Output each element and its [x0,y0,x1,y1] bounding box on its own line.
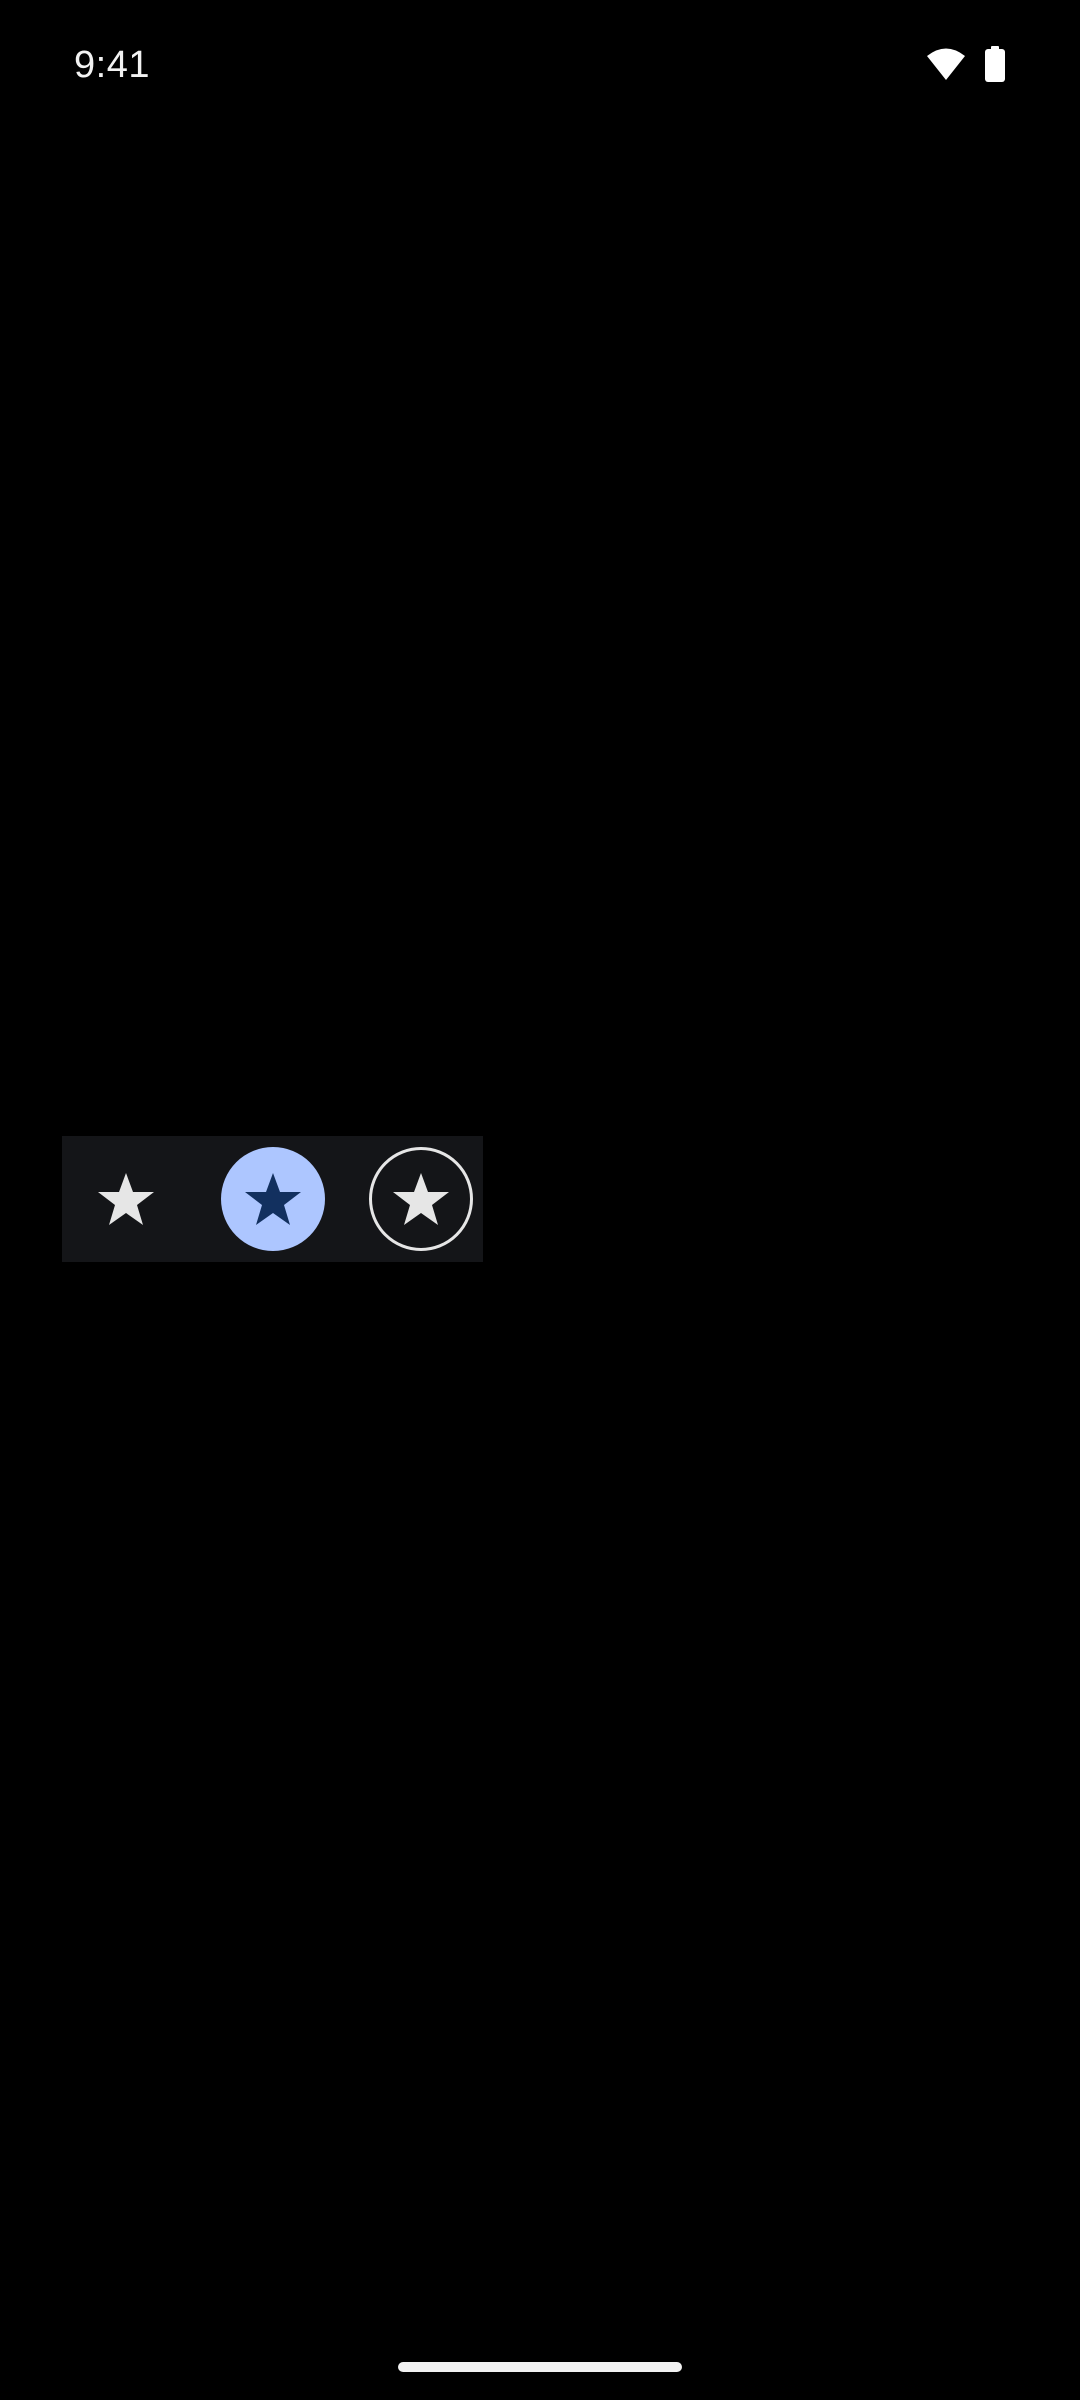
star-icon [392,1171,450,1227]
star-icon [244,1171,302,1227]
outlined-icon-button[interactable] [369,1147,473,1251]
status-time: 9:41 [74,44,150,86]
star-icon [97,1171,155,1227]
filled-icon-button[interactable] [221,1147,325,1251]
home-indicator[interactable] [398,2362,682,2372]
status-bar: 9:41 [0,0,1080,130]
status-icons [926,46,1006,82]
icon-button-row [62,1136,483,1262]
standard-icon-button[interactable] [74,1147,178,1251]
battery-icon [984,46,1006,82]
wifi-icon [926,47,966,81]
